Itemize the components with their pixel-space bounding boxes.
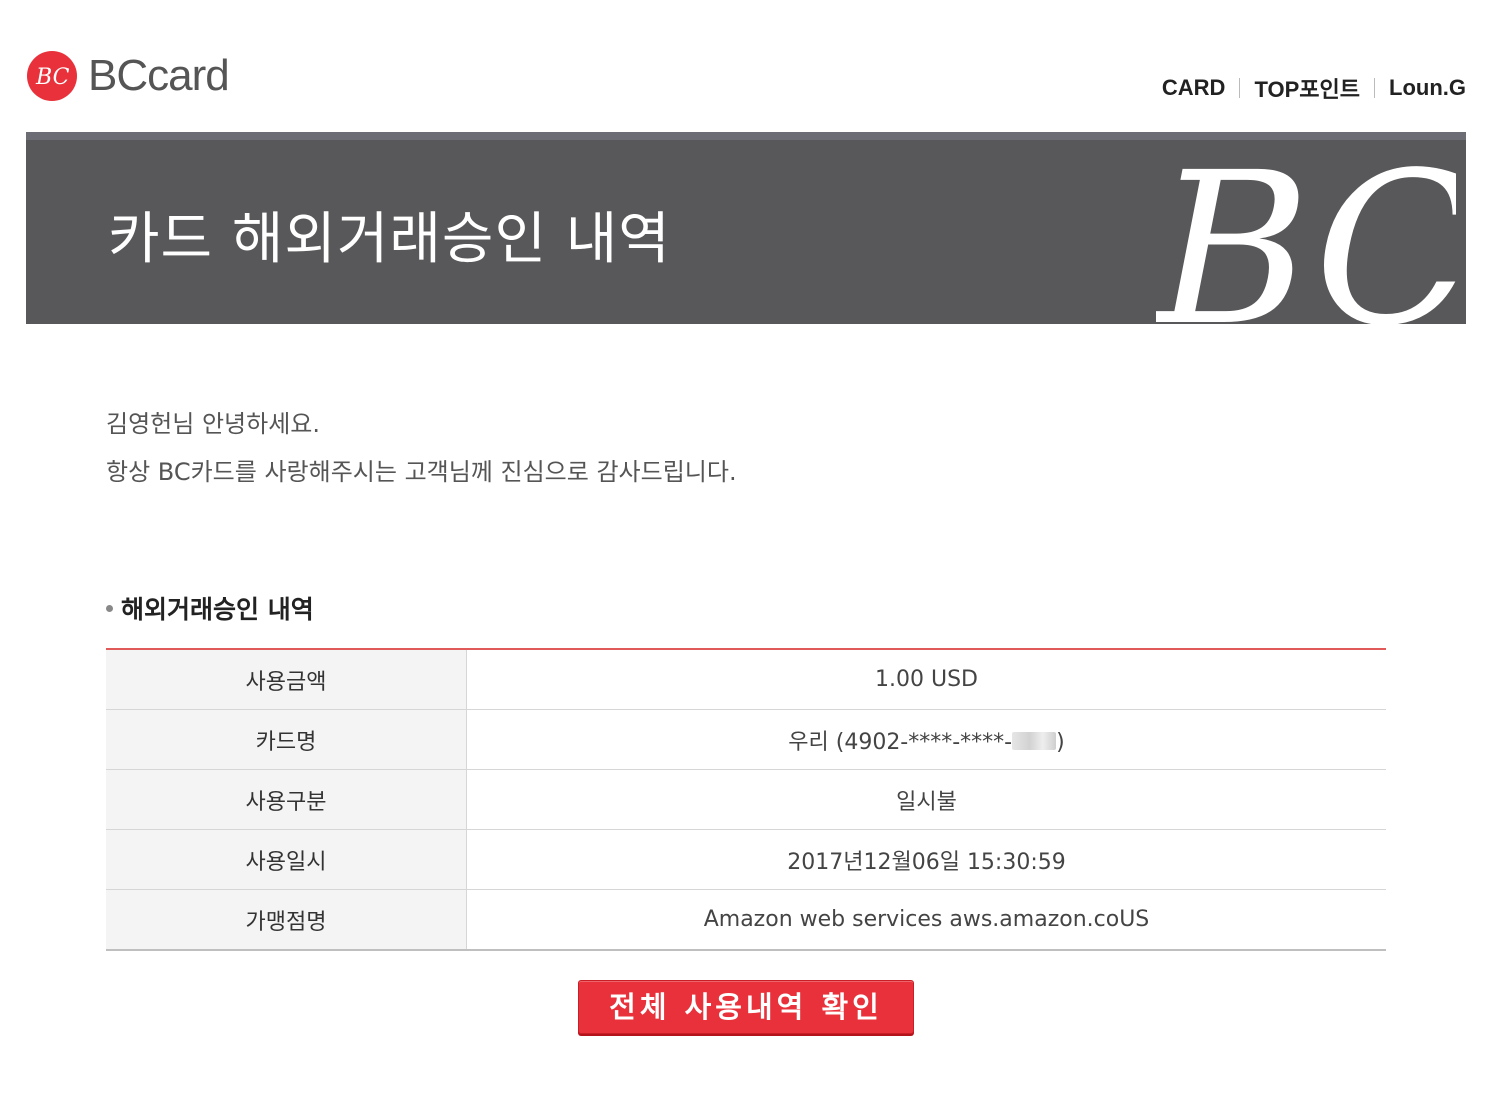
table-row: 카드명 우리 (4902-****-****-) xyxy=(106,709,1386,770)
nav-divider xyxy=(1239,78,1241,98)
logo-text: BCcard xyxy=(88,51,230,100)
usage-datetime-label: 사용일시 xyxy=(106,829,467,890)
top-nav: CARD TOP포인트 Loun.G xyxy=(1162,72,1466,104)
header: BC BCcard CARD TOP포인트 Loun.G xyxy=(0,0,1494,132)
merchant-name-value: Amazon web services aws.amazon.coUS xyxy=(466,889,1386,951)
page-title: 카드 해외거래승인 내역 xyxy=(108,207,671,272)
merchant-name-label: 가맹점명 xyxy=(106,889,467,951)
card-number-prefix: 우리 (4902-****-****- xyxy=(788,729,1013,755)
nav-lounge-link[interactable]: Loun.G xyxy=(1389,75,1466,101)
card-name-value: 우리 (4902-****-****-) xyxy=(466,709,1386,770)
approval-detail-table: 사용금액 1.00 USD 카드명 우리 (4902-****-****-) 사… xyxy=(106,648,1386,951)
svg-text:BC: BC xyxy=(35,65,70,90)
card-name-label: 카드명 xyxy=(106,709,467,770)
section-title: 해외거래승인 내역 xyxy=(106,590,314,626)
table-row: 가맹점명 Amazon web services aws.amazon.coUS xyxy=(106,889,1386,951)
bc-logo-icon: BC xyxy=(27,51,77,101)
bullet-icon xyxy=(106,604,113,612)
nav-divider xyxy=(1374,78,1376,98)
usage-datetime-value: 2017년12월06일 15:30:59 xyxy=(466,829,1386,890)
masked-digits xyxy=(1012,731,1057,750)
section-title-text: 해외거래승인 내역 xyxy=(121,595,314,624)
table-row: 사용구분 일시불 xyxy=(106,769,1386,830)
table-row: 사용일시 2017년12월06일 15:30:59 xyxy=(106,829,1386,890)
nav-top-point-link[interactable]: TOP포인트 xyxy=(1254,72,1360,104)
bccard-logo[interactable]: BC BCcard xyxy=(26,48,230,104)
card-number-suffix: ) xyxy=(1056,729,1065,755)
table-row: 사용금액 1.00 USD xyxy=(106,649,1386,710)
greeting-message: 김영헌님 안녕하세요. 항상 BC카드를 사랑해주시는 고객님께 진심으로 감사… xyxy=(106,400,737,496)
greeting-line-2: 항상 BC카드를 사랑해주시는 고객님께 진심으로 감사드립니다. xyxy=(106,458,737,486)
usage-type-label: 사용구분 xyxy=(106,769,467,830)
svg-text:BC: BC xyxy=(1156,132,1456,324)
bc-watermark-icon: BC xyxy=(1156,132,1456,324)
amount-label: 사용금액 xyxy=(106,649,467,710)
usage-type-value: 일시불 xyxy=(466,769,1386,830)
amount-value: 1.00 USD xyxy=(466,649,1386,710)
nav-card-link[interactable]: CARD xyxy=(1162,75,1226,101)
view-all-usage-button[interactable]: 전체 사용내역 확인 xyxy=(578,980,914,1034)
greeting-line-1: 김영헌님 안녕하세요. xyxy=(106,410,320,438)
page-banner: 카드 해외거래승인 내역 BC xyxy=(26,132,1466,324)
